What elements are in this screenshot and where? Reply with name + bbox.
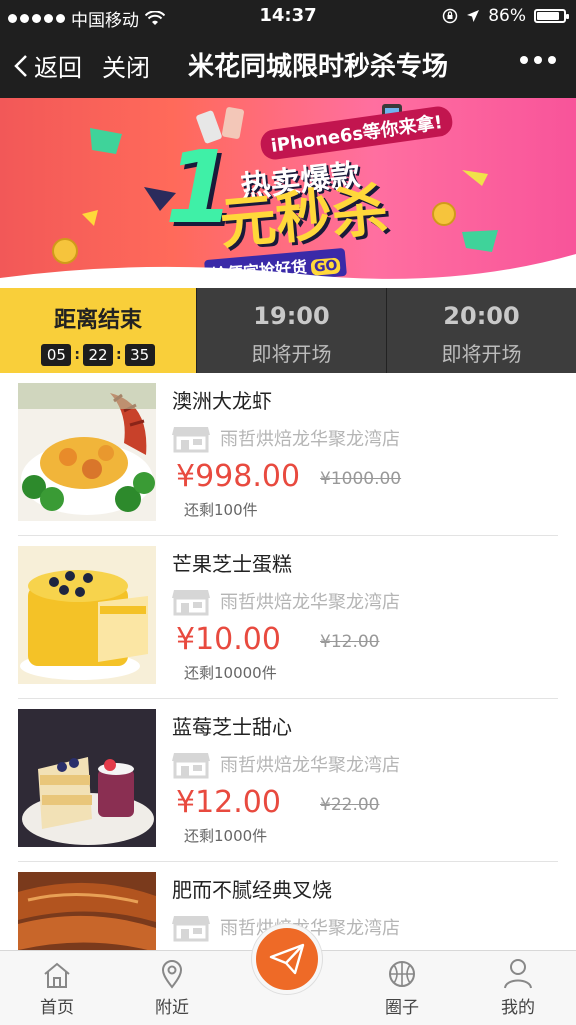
store-icon	[172, 753, 210, 779]
user-icon	[504, 959, 532, 989]
tab-status: 即将开场	[441, 342, 522, 366]
tab-current-session[interactable]: 距离结束 05 : 22 : 35	[0, 288, 196, 373]
flag-decoration	[90, 128, 122, 154]
page-title: 米花同城限时秒杀专场	[187, 52, 448, 82]
countdown-seconds: 35	[124, 344, 155, 366]
status-bar: 中国移动 14:37 86%	[0, 0, 576, 32]
banner-flash-sale-label: 元秒杀	[217, 177, 391, 258]
store-icon	[172, 916, 210, 942]
coin-decoration	[432, 202, 456, 226]
product-stock: 还剩10000件	[184, 664, 277, 682]
confetti-decoration	[82, 210, 98, 226]
product-stock: 还剩1000件	[184, 827, 268, 845]
session-tabs: 距离结束 05 : 22 : 35 19:00 即将开场 20:00 即将开场	[0, 288, 576, 373]
flag-decoration	[462, 170, 488, 186]
nav-label: 首页	[40, 998, 74, 1018]
send-fab-button[interactable]	[252, 924, 322, 994]
tab-time: 19:00	[253, 302, 330, 330]
product-name[interactable]: 芒果芝士蛋糕	[172, 548, 292, 577]
nav-item-home[interactable]: 首页	[17, 951, 97, 1018]
product-image-blueberry-dessert[interactable]	[18, 709, 156, 847]
store-icon	[172, 590, 210, 616]
tab-status: 即将开场	[251, 342, 332, 366]
product-stock: 还剩100件	[184, 501, 258, 519]
shop-name: 雨哲烘焙龙华聚龙湾店	[220, 592, 400, 613]
product-price: ¥12.00	[176, 785, 281, 820]
product-price: ¥10.00	[176, 622, 281, 657]
product-shop: 雨哲烘焙龙华聚龙湾店	[172, 749, 400, 779]
product-name[interactable]: 肥而不腻经典叉烧	[172, 874, 332, 903]
countdown-timer: 05 : 22 : 35	[0, 344, 196, 366]
more-dots-icon[interactable]	[520, 56, 556, 64]
tab-session-1900[interactable]: 19:00 即将开场	[196, 288, 386, 373]
product-shop: 雨哲烘焙龙华聚龙湾店	[172, 423, 400, 453]
product-shop: 雨哲烘焙龙华聚龙湾店	[172, 586, 400, 616]
back-label: 返回	[34, 54, 82, 82]
location-pin-icon	[161, 960, 183, 989]
nav-label: 我的	[501, 998, 535, 1018]
chevron-left-icon	[14, 54, 27, 77]
product-name[interactable]: 澳洲大龙虾	[172, 385, 272, 414]
paper-plane-icon	[269, 943, 305, 975]
back-button[interactable]: 返回	[14, 48, 82, 83]
location-arrow-icon	[467, 10, 480, 22]
banner-wave	[0, 254, 576, 288]
basketball-icon	[389, 961, 415, 987]
nav-item-nearby[interactable]: 附近	[132, 951, 212, 1018]
product-item[interactable]: 蓝莓芝士甜心 雨哲烘焙龙华聚龙湾店 ¥12.00 ¥22.00 还剩1000件	[0, 699, 576, 862]
tab-session-2000[interactable]: 20:00 即将开场	[386, 288, 576, 373]
rotation-lock-icon	[442, 8, 458, 24]
shop-name: 雨哲烘焙龙华聚龙湾店	[220, 755, 400, 776]
product-original-price: ¥1000.00	[320, 469, 402, 489]
nav-label: 圈子	[385, 998, 419, 1018]
tab-current-title: 距离结束	[53, 308, 142, 333]
nav-label: 附近	[155, 998, 189, 1018]
store-icon	[172, 427, 210, 453]
battery-icon	[534, 9, 569, 23]
countdown-hours: 05	[41, 344, 72, 366]
product-name[interactable]: 蓝莓芝士甜心	[172, 711, 292, 740]
product-original-price: ¥12.00	[320, 632, 380, 652]
home-icon	[44, 962, 70, 988]
product-item[interactable]: 芒果芝士蛋糕 雨哲烘焙龙华聚龙湾店 ¥10.00 ¥12.00 还剩10000件	[0, 536, 576, 699]
shop-name: 雨哲烘焙龙华聚龙湾店	[220, 429, 400, 450]
product-original-price: ¥22.00	[320, 795, 380, 815]
product-item[interactable]: 澳洲大龙虾 雨哲烘焙龙华聚龙湾店 ¥998.00 ¥1000.00 还剩100件	[0, 373, 576, 536]
countdown-minutes: 22	[83, 344, 113, 366]
battery-percent: 86%	[488, 6, 526, 26]
product-price: ¥998.00	[176, 459, 301, 494]
promo-banner[interactable]: iPhone6s等你来拿! 1 热卖爆款 元秒杀 捡便宜抢好货GO	[0, 98, 576, 288]
top-bar: 中国移动 14:37 86% 返回 关闭 米花同城限时秒杀专场	[0, 0, 576, 98]
nav-bar: 返回 关闭 米花同城限时秒杀专场	[0, 32, 576, 98]
product-image-mango-cake[interactable]	[18, 546, 156, 684]
tab-time: 20:00	[443, 302, 520, 330]
nav-item-profile[interactable]: 我的	[478, 951, 558, 1018]
product-image-lobster[interactable]	[18, 383, 156, 521]
close-button[interactable]: 关闭	[102, 48, 150, 83]
nav-item-circle[interactable]: 圈子	[362, 951, 442, 1018]
